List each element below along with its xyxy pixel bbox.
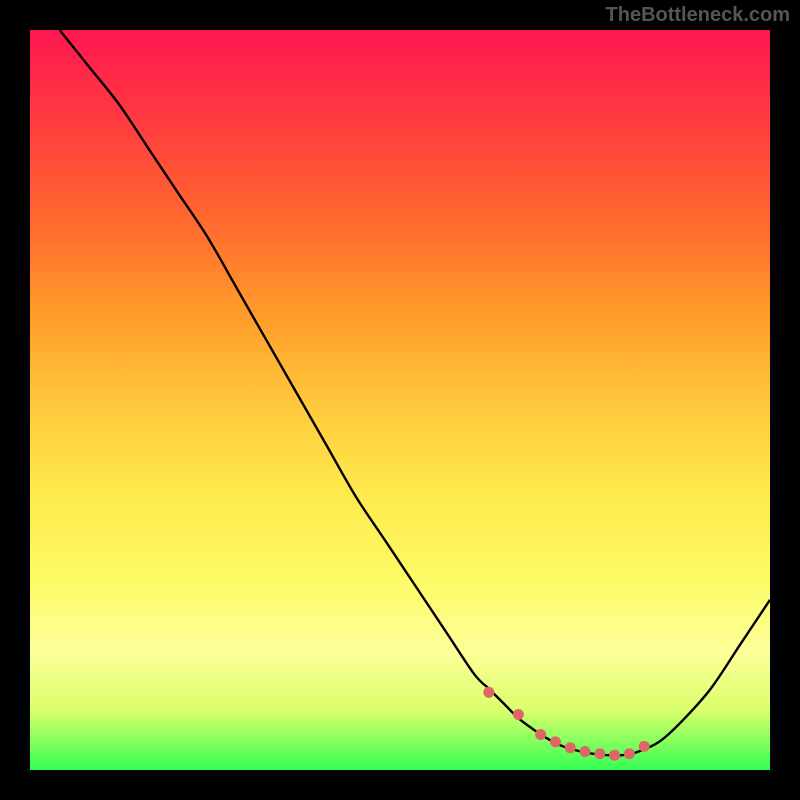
- marker-point: [483, 687, 494, 698]
- marker-point: [580, 746, 591, 757]
- low-bottleneck-markers: [483, 687, 649, 761]
- marker-point: [565, 742, 576, 753]
- chart-overlay: [30, 30, 770, 770]
- marker-point: [639, 741, 650, 752]
- marker-point: [594, 748, 605, 759]
- marker-point: [550, 736, 561, 747]
- marker-point: [535, 729, 546, 740]
- attribution-text: TheBottleneck.com: [606, 4, 790, 27]
- bottleneck-curve: [60, 30, 770, 755]
- marker-point: [624, 748, 635, 759]
- marker-point: [513, 709, 524, 720]
- marker-point: [609, 750, 620, 761]
